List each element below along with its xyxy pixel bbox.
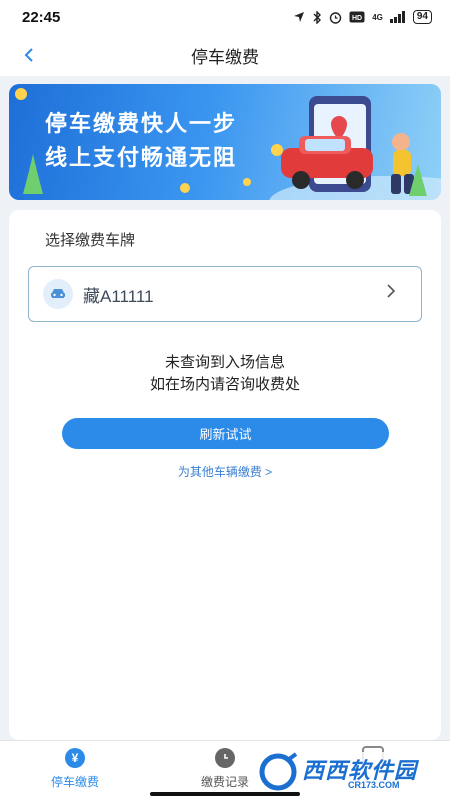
- page-title: 停车缴费: [191, 47, 259, 67]
- car-icon: [43, 279, 73, 309]
- tab-parking-pay[interactable]: ¥ 停车缴费: [10, 741, 140, 800]
- bluetooth-icon: [313, 10, 322, 24]
- promo-banner[interactable]: 停车缴费快人一步 线上支付畅通无阻: [9, 84, 441, 200]
- watermark-domain: CR173.COM: [348, 780, 400, 790]
- tab-label-payment-records: 缴费记录: [200, 775, 249, 789]
- nav-bar: 停车缴费: [0, 34, 450, 76]
- payment-card: 选择缴费车牌 藏A11111 未查询到入场信息 如在场内请咨询收费处 刷新试试 …: [9, 210, 441, 740]
- other-vehicle-link[interactable]: 为其他车辆缴费 >: [9, 463, 441, 480]
- status-bar: 22:45 HD 4G 94: [0, 0, 450, 34]
- site-watermark: 西西软件园 CR173.COM: [258, 752, 430, 792]
- home-indicator: [150, 792, 300, 796]
- back-chevron-icon: [24, 48, 33, 62]
- network-type-label: 4G: [372, 12, 383, 22]
- watermark-logo-icon: [259, 752, 298, 791]
- status-icons: HD 4G 94: [293, 10, 432, 24]
- chevron-right-icon: [387, 284, 396, 298]
- svg-text:HD: HD: [352, 15, 362, 22]
- signal-icon: [389, 11, 405, 23]
- location-icon: [294, 12, 305, 22]
- plate-section-label: 选择缴费车牌: [45, 232, 136, 249]
- plate-number: 藏A11111: [83, 286, 154, 306]
- tab-label-parking-pay: 停车缴费: [50, 775, 99, 789]
- alarm-icon: [330, 11, 342, 24]
- yen-icon: ¥: [65, 748, 85, 768]
- battery-icon: 94: [412, 10, 432, 24]
- back-button[interactable]: [16, 42, 42, 68]
- no-entry-message: 未查询到入场信息: [164, 354, 285, 371]
- plate-selector[interactable]: 藏A11111: [28, 266, 422, 322]
- clock-icon: [215, 748, 235, 768]
- banner-subheadline: 线上支付畅通无阻: [45, 145, 238, 170]
- hd-icon: HD: [349, 11, 365, 23]
- consult-message: 如在场内请咨询收费处: [149, 376, 300, 393]
- status-time: 22:45: [22, 8, 61, 26]
- refresh-button[interactable]: 刷新试试: [62, 418, 389, 449]
- banner-headline: 停车缴费快人一步: [45, 111, 238, 136]
